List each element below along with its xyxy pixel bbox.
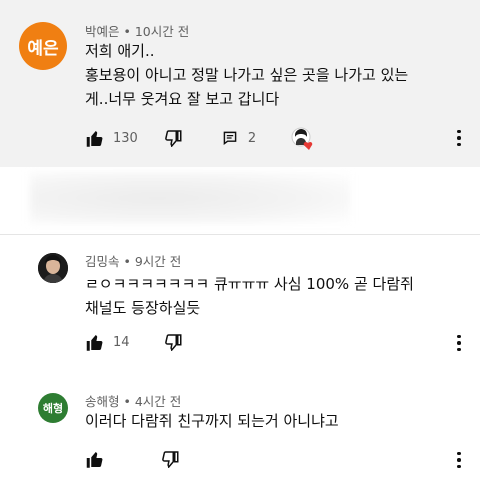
like-button[interactable] [85, 332, 105, 352]
comment-author[interactable]: 박예은 [85, 24, 120, 39]
dislike-button[interactable] [164, 332, 184, 352]
avatar[interactable]: 해형 [38, 393, 68, 423]
thumb-down-icon [164, 129, 182, 147]
comment-actions: 14 [85, 332, 184, 352]
avatar[interactable] [38, 253, 68, 283]
reply-icon [223, 131, 237, 146]
like-button[interactable] [85, 449, 105, 469]
thumb-up-icon [86, 451, 103, 468]
more-options-button[interactable] [452, 127, 466, 149]
meta-separator: • [123, 24, 135, 39]
comment-actions [85, 449, 181, 469]
comment-time[interactable]: 10시간 전 [135, 24, 189, 39]
comment-author[interactable]: 송해형 [85, 394, 120, 409]
avatar-initials: 해형 [42, 402, 64, 415]
profile-photo-icon [38, 253, 68, 283]
avatar-initials: 예은 [27, 38, 59, 59]
comment-meta: 송해형 • 4시간 전 [85, 391, 181, 410]
comment-item: 김밍속 • 9시간 전 ㄹㅇㅋㅋㅋㅋㅋㅋㅋ 큐ㅠㅠㅠ 사심 100% 곧 다람쥐… [0, 236, 480, 366]
more-vert-icon [457, 334, 461, 339]
comment-item: 예은 박예은 • 10시간 전 저희 애기.. 홍보용이 아니고 정말 나가고 … [0, 0, 480, 167]
more-vert-icon [457, 451, 461, 456]
comment-text: 저희 애기.. 홍보용이 아니고 정말 나가고 싶은 곳을 나가고 있는 게..… [85, 39, 408, 111]
comment-line: ㄹㅇㅋㅋㅋㅋㅋㅋㅋ 큐ㅠㅠㅠ 사심 100% 곧 다람쥐 [85, 275, 414, 293]
comment-text: 이러다 다람쥐 친구까지 되는거 아니냐고 [85, 409, 339, 433]
more-options-button[interactable] [452, 449, 466, 471]
comment-time[interactable]: 4시간 전 [135, 394, 181, 409]
avatar[interactable]: 예은 [19, 22, 67, 70]
reply-button[interactable] [220, 128, 240, 148]
reply-count: 2 [247, 130, 257, 146]
like-count: 130 [113, 130, 138, 146]
divider [0, 234, 480, 235]
thumb-down-icon [164, 333, 182, 351]
comment-line: 게..너무 웃겨요 잘 보고 갑니다 [85, 90, 280, 108]
dislike-button[interactable] [164, 128, 184, 148]
comment-actions: 130 2 [85, 128, 256, 148]
thumb-down-icon [162, 450, 179, 468]
thumb-up-icon [86, 334, 103, 351]
comment-time[interactable]: 9시간 전 [135, 254, 181, 269]
thumb-up-icon [86, 130, 103, 147]
comment-item: 해형 송해형 • 4시간 전 이러다 다람쥐 친구까지 되는거 아니냐고 [0, 380, 480, 494]
meta-separator: • [123, 254, 135, 269]
blurred-area [30, 172, 350, 224]
comment-text: ㄹㅇㅋㅋㅋㅋㅋㅋㅋ 큐ㅠㅠㅠ 사심 100% 곧 다람쥐 채널도 등장하실듯 [85, 272, 414, 320]
comment-meta: 김밍속 • 9시간 전 [85, 251, 181, 270]
comment-line: 이러다 다람쥐 친구까지 되는거 아니냐고 [85, 412, 339, 430]
meta-separator: • [123, 394, 135, 409]
like-button[interactable] [85, 128, 105, 148]
dislike-button[interactable] [161, 449, 181, 469]
creator-heart-icon [291, 127, 313, 150]
more-options-button[interactable] [452, 332, 466, 354]
comment-line: 채널도 등장하실듯 [85, 299, 201, 317]
comment-meta: 박예은 • 10시간 전 [85, 21, 189, 40]
more-vert-icon [457, 129, 461, 134]
like-count: 14 [113, 334, 130, 350]
comment-line: 저희 애기.. [85, 42, 155, 60]
comment-author[interactable]: 김밍속 [85, 254, 120, 269]
comment-line: 홍보용이 아니고 정말 나가고 싶은 곳을 나가고 있는 [85, 66, 409, 84]
